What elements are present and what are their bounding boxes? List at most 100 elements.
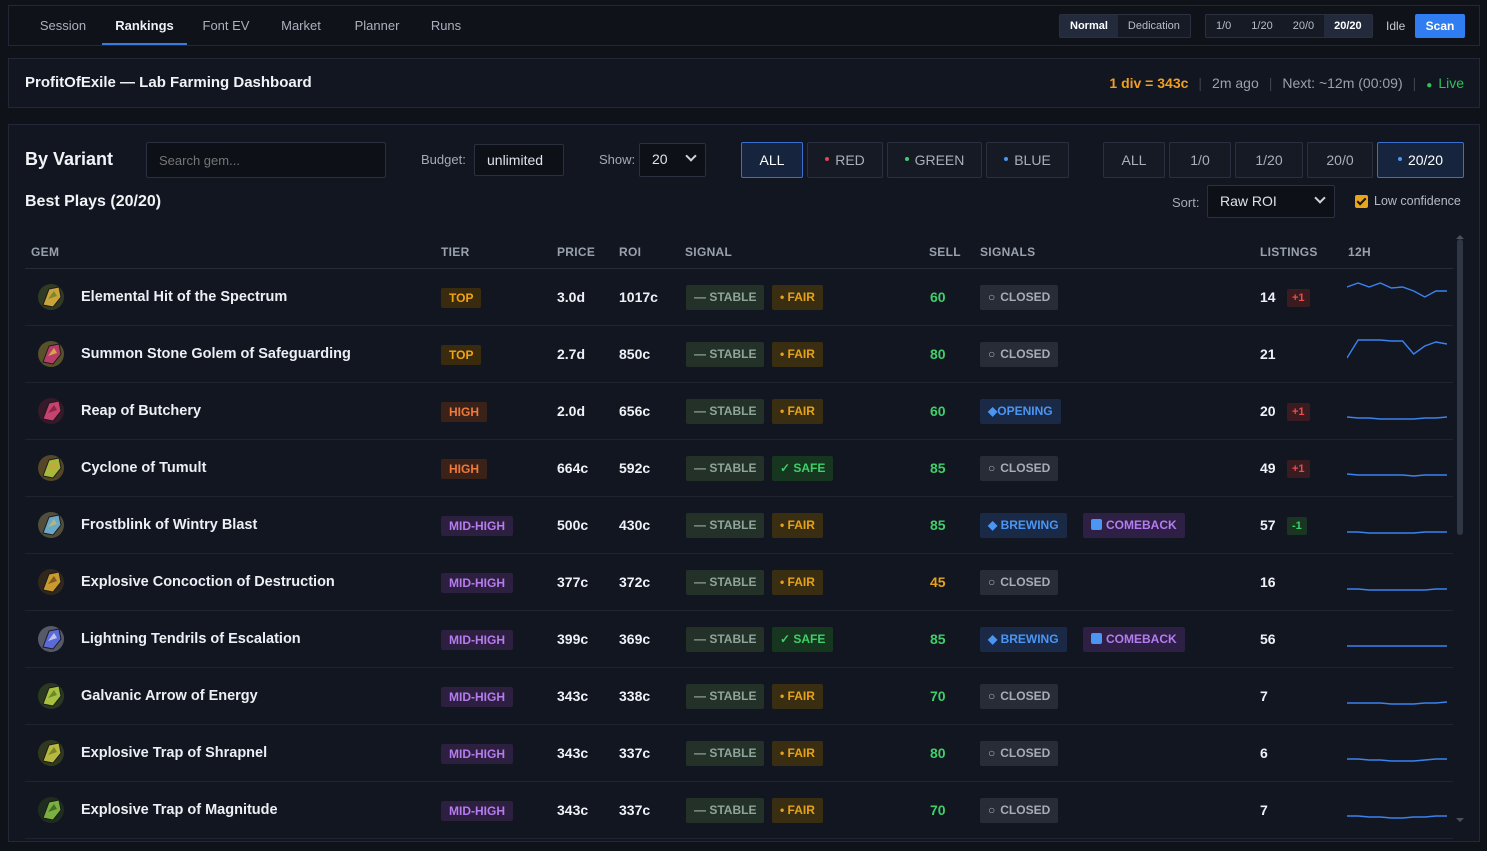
filter-color-green[interactable]: GREEN <box>887 142 982 178</box>
filter-color-blue[interactable]: BLUE <box>986 142 1069 178</box>
mode-normal-button[interactable]: Normal <box>1060 15 1118 37</box>
circle-icon: ○ <box>988 290 996 304</box>
table-row[interactable]: Lightning Tendrils of Escalation MID-HIGH… <box>25 611 1453 668</box>
scrollbar-thumb[interactable] <box>1457 239 1463 535</box>
price-value: 2.0d <box>557 403 586 419</box>
table-row[interactable]: Frostblink of Wintry Blast MID-HIGH 500c 43… <box>25 497 1453 554</box>
filter-variant-all[interactable]: ALL <box>1103 142 1165 178</box>
filter-label: 20/20 <box>1407 152 1444 168</box>
search-input[interactable] <box>146 142 386 178</box>
ratio-20-0-button[interactable]: 20/0 <box>1283 15 1324 37</box>
sell-score: 70 <box>930 688 946 704</box>
col-sell[interactable]: SELL <box>929 245 961 259</box>
filter-variant-1-20[interactable]: 1/20 <box>1235 142 1303 178</box>
gem-name[interactable]: Summon Stone Golem of Safeguarding <box>81 326 351 382</box>
stability-badge: — STABLE <box>686 399 765 424</box>
gem-name[interactable]: Explosive Trap of Shrapnel <box>81 725 267 781</box>
gem-name[interactable]: Cyclone of Tumult <box>81 440 206 496</box>
risk-badge: • FAIR <box>772 285 823 310</box>
ratio-20-20-button[interactable]: 20/20 <box>1324 15 1372 37</box>
table-row[interactable]: Elemental Hit of the Spectrum TOP 3.0d 1017… <box>25 269 1453 326</box>
ratio-1-0-button[interactable]: 1/0 <box>1206 15 1241 37</box>
scan-status: Idle <box>1386 19 1406 33</box>
filter-variant-1-0[interactable]: 1/0 <box>1169 142 1231 178</box>
sparkline-12h <box>1347 416 1447 420</box>
gem-lightning-tendrils-icon <box>38 626 64 652</box>
tab-market[interactable]: Market <box>265 6 337 45</box>
blue-dot-icon <box>1004 157 1009 162</box>
gem-name[interactable]: Elemental Hit of the Spectrum <box>81 269 287 325</box>
col-signal[interactable]: SIGNAL <box>685 245 732 259</box>
gem-name[interactable]: Explosive Trap of Magnitude <box>81 782 278 838</box>
tab-font-ev[interactable]: Font EV <box>189 6 263 45</box>
ratio-1-20-button[interactable]: 1/20 <box>1241 15 1282 37</box>
listings-count: 7 <box>1260 688 1268 704</box>
table-row[interactable]: Reap of Butchery HIGH 2.0d 656c — STABLE • FA… <box>25 383 1453 440</box>
table-row[interactable]: Summon Stone Golem of Safeguarding TOP 2.7… <box>25 326 1453 383</box>
tab-planner[interactable]: Planner <box>339 6 415 45</box>
roi-value: 372c <box>619 574 651 590</box>
divider: | <box>1198 75 1203 91</box>
risk-badge: • FAIR <box>772 741 823 766</box>
risk-badge: • FAIR <box>772 798 823 823</box>
signal-badge: ○ CLOSED <box>980 456 1059 481</box>
tab-runs[interactable]: Runs <box>417 6 475 45</box>
sparkline-12h <box>1347 531 1447 534</box>
budget-input[interactable]: unlimited <box>474 144 564 176</box>
filter-variant-20-0[interactable]: 20/0 <box>1307 142 1373 178</box>
divider: | <box>1412 75 1417 91</box>
sparkline-12h <box>1347 701 1447 705</box>
col-tier[interactable]: TIER <box>441 245 470 259</box>
tier-badge: MID-HIGH <box>441 573 513 593</box>
gem-name[interactable]: Frostblink of Wintry Blast <box>81 497 257 553</box>
filter-variant-20-20[interactable]: 20/20 <box>1377 142 1464 178</box>
low-confidence-label: Low confidence <box>1374 194 1461 208</box>
sparkline-12h <box>1347 758 1447 762</box>
sparkline-12h <box>1347 339 1447 359</box>
sell-score: 60 <box>930 289 946 305</box>
price-value: 343c <box>557 745 589 761</box>
col-roi[interactable]: ROI <box>619 245 641 259</box>
circle-icon: ○ <box>988 461 996 475</box>
table-row[interactable]: Galvanic Arrow of Energy MID-HIGH 343c 338c… <box>25 668 1453 725</box>
chevron-down-icon <box>1314 192 1326 204</box>
gem-name[interactable]: Lightning Tendrils of Escalation <box>81 611 301 667</box>
header-status: 1 div = 343c | 2m ago | Next: ~12m (00:0… <box>1109 59 1464 110</box>
gem-name[interactable]: Reap of Butchery <box>81 383 201 439</box>
col-listings[interactable]: LISTINGS <box>1260 245 1318 259</box>
comeback-badge: COMEBACK <box>1083 513 1185 538</box>
col-gem[interactable]: GEM <box>31 245 59 259</box>
scan-button[interactable]: Scan <box>1415 14 1465 38</box>
table-row[interactable]: Cyclone of Tumult HIGH 664c 592c — STABLE ✓ S… <box>25 440 1453 497</box>
col-signals[interactable]: SIGNALS <box>980 245 1035 259</box>
filter-color-red[interactable]: RED <box>807 142 883 178</box>
listings-count: 20 <box>1260 403 1276 419</box>
table-row[interactable]: Explosive Trap of Shrapnel MID-HIGH 343c 33… <box>25 725 1453 782</box>
show-label: Show: <box>599 152 636 167</box>
listings-count: 56 <box>1260 631 1276 647</box>
mode-dedication-button[interactable]: Dedication <box>1118 15 1190 37</box>
table-row[interactable]: Explosive Concoction of Destruction MID-H… <box>25 554 1453 611</box>
price-value: 500c <box>557 517 589 533</box>
sell-score: 45 <box>930 574 946 590</box>
listings-count: 7 <box>1260 802 1268 818</box>
gem-name[interactable]: Explosive Concoction of Destruction <box>81 554 335 610</box>
gem-frostblink-icon <box>38 512 64 538</box>
sort-select[interactable]: Raw ROI <box>1207 185 1335 218</box>
col-12h[interactable]: 12H <box>1348 245 1371 259</box>
tab-rankings[interactable]: Rankings <box>102 6 187 45</box>
tab-session[interactable]: Session <box>25 6 101 45</box>
signal-badge: ○ CLOSED <box>980 285 1059 310</box>
low-confidence-checkbox[interactable] <box>1355 195 1368 208</box>
circle-icon: ○ <box>988 575 996 589</box>
stability-badge: — STABLE <box>686 798 765 823</box>
sort-value: Raw ROI <box>1220 193 1277 209</box>
show-select[interactable]: 20 <box>639 143 706 177</box>
scroll-down-icon[interactable] <box>1456 818 1464 822</box>
gem-name[interactable]: Galvanic Arrow of Energy <box>81 668 258 724</box>
filter-color-all[interactable]: ALL <box>741 142 803 178</box>
col-price[interactable]: PRICE <box>557 245 595 259</box>
tier-badge: MID-HIGH <box>441 744 513 764</box>
comeback-label: COMEBACK <box>1106 632 1177 646</box>
table-row[interactable]: Explosive Trap of Magnitude MID-HIGH 343c 3… <box>25 782 1453 839</box>
